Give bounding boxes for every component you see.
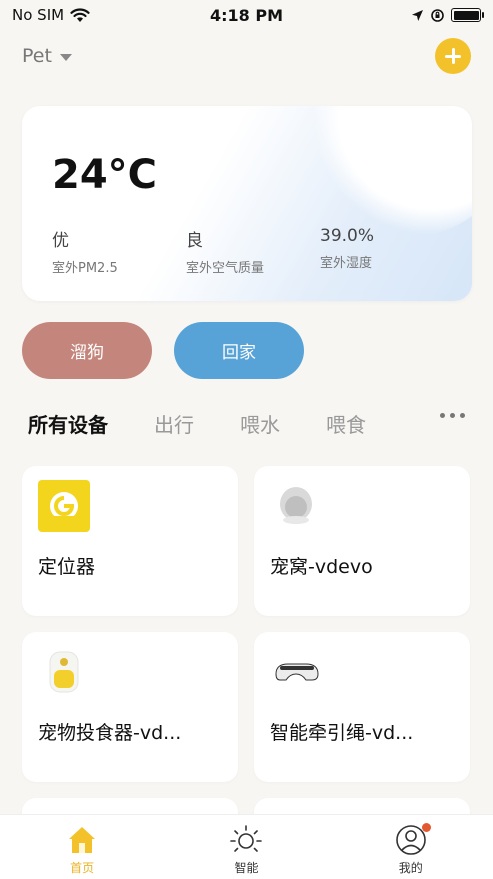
scene-walk-dog-button[interactable]: 溜狗: [22, 322, 152, 379]
pet-feeder-icon: [49, 651, 79, 693]
stat-value: 良: [186, 231, 203, 251]
add-button[interactable]: [435, 38, 471, 74]
humidity-stat: 39.0% 室外湿度: [320, 226, 374, 271]
device-name: 宠窝-vdevo: [270, 556, 373, 578]
tab-bar-label: 首页: [70, 861, 95, 875]
device-name: 智能牵引绳-vd...: [270, 722, 414, 744]
device-card-pet-nest[interactable]: 宠窝-vdevo: [254, 466, 470, 616]
weather-card: 24°C 优 室外PM2.5 良 室外空气质量 39.0% 室外湿度: [22, 106, 472, 301]
bottom-tab-bar: 首页 智能 我的: [0, 814, 493, 879]
tab-bar-home[interactable]: 首页: [42, 823, 122, 876]
pm25-stat: 优 室外PM2.5: [52, 226, 118, 276]
temperature: 24°C: [52, 152, 158, 198]
device-card-pet-feeder[interactable]: 宠物投食器-vd...: [22, 632, 238, 782]
tab-all-devices[interactable]: 所有设备: [28, 409, 108, 438]
home-name: Pet: [22, 45, 52, 67]
location-arrow-icon: [412, 9, 423, 21]
device-card-smart-leash[interactable]: 智能牵引绳-vd...: [254, 632, 470, 782]
scene-go-home-button[interactable]: 回家: [174, 322, 304, 379]
stat-label: 室外空气质量: [186, 261, 265, 276]
battery-icon: [451, 8, 484, 22]
carrier-label: No SIM: [12, 6, 65, 24]
stat-value: 优: [52, 231, 69, 251]
more-icon[interactable]: [440, 413, 465, 418]
device-card-locator[interactable]: 定位器: [22, 466, 238, 616]
tab-food[interactable]: 喂食: [326, 409, 366, 438]
home-selector[interactable]: Pet: [22, 45, 72, 67]
orientation-lock-icon: [431, 8, 444, 22]
locator-icon: [38, 480, 90, 532]
stat-label: 室外PM2.5: [52, 261, 118, 276]
stat-value: 39.0%: [320, 226, 375, 246]
tab-bar-profile[interactable]: 我的: [371, 823, 451, 876]
status-right: [411, 8, 484, 23]
air-quality-stat: 良 室外空气质量: [186, 226, 264, 276]
smart-leash-icon: [275, 663, 319, 681]
sun-icon: [230, 825, 263, 852]
tab-bar-label: 智能: [234, 861, 259, 875]
home-icon: [69, 827, 96, 853]
tab-travel[interactable]: 出行: [154, 409, 194, 438]
device-tabs: 所有设备 出行 喂水 喂食: [28, 405, 473, 441]
status-left: No SIM: [12, 6, 90, 24]
pet-nest-icon: [280, 487, 312, 524]
caret-down-icon: [59, 53, 72, 61]
tab-bar-smart[interactable]: 智能: [206, 823, 286, 876]
device-name: 定位器: [38, 556, 96, 578]
device-name: 宠物投食器-vd...: [38, 722, 182, 744]
notification-badge: [421, 823, 431, 832]
status-bar: No SIM 4:18 PM: [0, 0, 493, 30]
header: Pet: [0, 36, 493, 76]
tab-bar-label: 我的: [398, 861, 423, 875]
stat-label: 室外湿度: [320, 256, 373, 271]
cloud-decoration: [312, 106, 472, 236]
wifi-icon: [70, 7, 90, 22]
tab-water[interactable]: 喂水: [240, 409, 280, 438]
